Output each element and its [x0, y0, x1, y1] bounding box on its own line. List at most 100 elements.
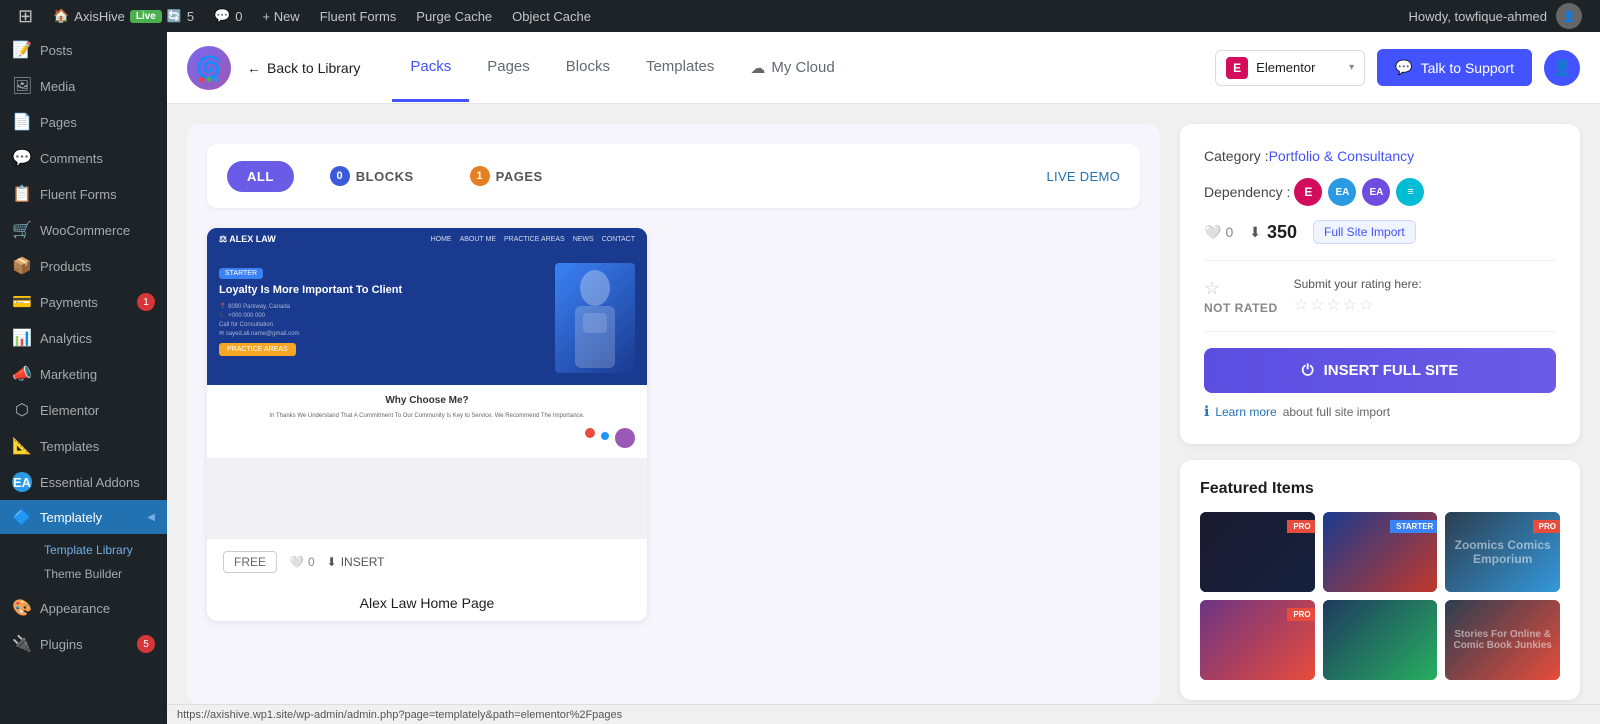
- purge-cache-btn[interactable]: Purge Cache: [406, 0, 502, 32]
- back-to-library-btn[interactable]: ← Back to Library: [247, 60, 360, 76]
- comments-btn[interactable]: 💬 0: [204, 0, 252, 32]
- heart-stat-icon: 🤍: [1204, 224, 1221, 241]
- category-label: Category :: [1204, 148, 1269, 164]
- fake-section2-text: In Thanks We Understand That A Commitmen…: [219, 412, 635, 420]
- tab-blocks[interactable]: Blocks: [548, 34, 628, 102]
- sidebar-item-elementor[interactable]: ⬡ Elementor: [0, 392, 167, 428]
- info-circle-icon: ℹ: [1204, 403, 1209, 420]
- sidebar-item-analytics[interactable]: 📊 Analytics: [0, 320, 167, 356]
- filter-pages-button[interactable]: 1 PAGES: [450, 158, 563, 194]
- sidebar-item-templates[interactable]: 📐 Templates: [0, 428, 167, 464]
- sidebar-item-payments[interactable]: 💳 Payments 1: [0, 284, 167, 320]
- header-right: E Elementor ▾ 💬 Talk to Support 👤: [1215, 49, 1580, 86]
- cloud-icon: ☁: [750, 59, 765, 77]
- category-row: Category : Portfolio & Consultancy: [1204, 148, 1556, 164]
- live-demo-link[interactable]: LIVE DEMO: [1047, 169, 1121, 184]
- filter-all-button[interactable]: ALL: [227, 161, 294, 192]
- status-url: https://axishive.wp1.site/wp-admin/admin…: [177, 709, 622, 721]
- sidebar-item-templately[interactable]: 🔷 Templately ◀: [0, 500, 167, 534]
- rating-submit: Submit your rating here: ☆ ☆ ☆ ☆ ☆: [1294, 277, 1422, 315]
- sidebar-item-comments[interactable]: 💬 Comments: [0, 140, 167, 176]
- featured-badge-1: PRO: [1287, 520, 1314, 533]
- featured-card: Featured Items PRO STARTER: [1180, 460, 1580, 700]
- sidebar-item-appearance[interactable]: 🎨 Appearance: [0, 590, 167, 626]
- talk-to-support-button[interactable]: 💬 Talk to Support: [1377, 49, 1532, 86]
- template-card-footer: FREE 🤍 0 ⬇ INSERT: [207, 538, 647, 585]
- sidebar-arrow: ◀: [147, 512, 155, 523]
- ea-icon: EA: [12, 472, 32, 492]
- sidebar-item-label: WooCommerce: [40, 223, 130, 238]
- insert-full-site-button[interactable]: ⏻ INSERT FULL SITE: [1204, 348, 1556, 393]
- elementor-dep-icon: E: [1294, 178, 1322, 206]
- featured-item-4[interactable]: PRO: [1200, 600, 1315, 680]
- sidebar-item-posts[interactable]: 📝 Posts: [0, 32, 167, 68]
- template-card: ⚖ ALEX LAW HOME ABOUT ME PRACTICE AREAS …: [207, 228, 647, 621]
- admin-bar: ⊞ 🏠 AxisHive Live 🔄 5 💬 0 + New Fluent F…: [0, 0, 1600, 32]
- tab-my-cloud[interactable]: ☁ My Cloud: [732, 35, 852, 101]
- template-preview: ⚖ ALEX LAW HOME ABOUT ME PRACTICE AREAS …: [207, 228, 647, 538]
- featured-item-3[interactable]: PRO Zoomics Comics Emporium: [1445, 512, 1560, 592]
- plugins-icon: 🔌: [12, 634, 32, 654]
- star-1[interactable]: ☆: [1294, 295, 1308, 315]
- fake-nav: ⚖ ALEX LAW HOME ABOUT ME PRACTICE AREAS …: [207, 228, 647, 251]
- stars-row[interactable]: ☆ ☆ ☆ ☆ ☆: [1294, 295, 1422, 315]
- featured-item-5[interactable]: [1323, 600, 1438, 680]
- sidebar-item-fluent-forms[interactable]: 📋 Fluent Forms: [0, 176, 167, 212]
- elementor-selector-icon: E: [1226, 57, 1248, 79]
- analytics-icon: 📊: [12, 328, 32, 348]
- comments-icon: 💬: [12, 148, 32, 168]
- object-cache-btn[interactable]: Object Cache: [502, 0, 601, 32]
- sidebar-item-label: Elementor: [40, 403, 99, 418]
- star-2[interactable]: ☆: [1310, 295, 1324, 315]
- new-btn[interactable]: + New: [252, 0, 309, 32]
- sidebar-item-marketing[interactable]: 📣 Marketing: [0, 356, 167, 392]
- not-rated: ☆ NOT RATED: [1204, 278, 1278, 315]
- info-card: Category : Portfolio & Consultancy Depen…: [1180, 124, 1580, 444]
- like-button[interactable]: 🤍 0: [289, 555, 315, 569]
- sidebar-item-products[interactable]: 📦 Products: [0, 248, 167, 284]
- fake-website-preview: ⚖ ALEX LAW HOME ABOUT ME PRACTICE AREAS …: [207, 228, 647, 538]
- elementor-selector[interactable]: E Elementor ▾: [1215, 50, 1365, 86]
- tab-pages[interactable]: Pages: [469, 34, 548, 102]
- featured-item-6[interactable]: Stories For Online & Comic Book Junkies: [1445, 600, 1560, 680]
- star-3[interactable]: ☆: [1326, 295, 1340, 315]
- sidebar-item-pages[interactable]: 📄 Pages: [0, 104, 167, 140]
- sidebar-item-essential-addons[interactable]: EA Essential Addons: [0, 464, 167, 500]
- user-avatar-button[interactable]: 👤: [1544, 50, 1580, 86]
- sidebar-item-label: Fluent Forms: [40, 187, 117, 202]
- sidebar-sub-theme-builder[interactable]: Theme Builder: [32, 562, 167, 586]
- sidebar-item-label: Analytics: [40, 331, 92, 346]
- tab-packs[interactable]: Packs: [392, 34, 469, 102]
- sidebar-sub-template-library[interactable]: Template Library: [32, 538, 167, 562]
- sidebar-item-label: Media: [40, 79, 75, 94]
- featured-item-2[interactable]: STARTER: [1323, 512, 1438, 592]
- star-5[interactable]: ☆: [1359, 295, 1373, 315]
- sidebar-item-media[interactable]: 🖼 Media: [0, 68, 167, 104]
- insert-button[interactable]: ⬇ INSERT: [327, 555, 385, 569]
- ealist-dep-icon: ≡: [1396, 178, 1424, 206]
- posts-icon: 📝: [12, 40, 32, 60]
- wp-logo[interactable]: ⊞: [8, 0, 43, 32]
- comment-icon: 💬: [214, 8, 230, 24]
- power-icon: ⏻: [1302, 362, 1314, 379]
- filter-bar: ALL 0 BLOCKS 1 PAGES LIVE DEMO: [207, 144, 1140, 208]
- tab-templates[interactable]: Templates: [628, 34, 732, 102]
- learn-more-link[interactable]: Learn more: [1215, 405, 1276, 419]
- featured-item-1[interactable]: PRO: [1200, 512, 1315, 592]
- sidebar-item-plugins[interactable]: 🔌 Plugins 5: [0, 626, 167, 662]
- dependency-row: Dependency : E EA EA ≡: [1204, 178, 1556, 206]
- nav-tabs: Packs Pages Blocks Templates ☁ My Cloud: [392, 34, 852, 102]
- howdy-text[interactable]: Howdy, towfique-ahmed 👤: [1399, 0, 1593, 32]
- fluent-forms-btn[interactable]: Fluent Forms: [310, 0, 407, 32]
- star-4[interactable]: ☆: [1343, 295, 1357, 315]
- featured-title: Featured Items: [1200, 480, 1560, 498]
- featured-badge-4: PRO: [1287, 608, 1314, 621]
- filter-blocks-button[interactable]: 0 BLOCKS: [310, 158, 434, 194]
- sidebar-item-label: Appearance: [40, 601, 110, 616]
- wp-icon: ⊞: [18, 6, 33, 27]
- site-name[interactable]: 🏠 AxisHive Live 🔄 5: [43, 0, 204, 32]
- free-badge: FREE: [223, 551, 277, 573]
- category-value[interactable]: Portfolio & Consultancy: [1269, 148, 1415, 164]
- fake-hero-title: Loyalty Is More Important To Client: [219, 283, 545, 297]
- sidebar-item-woocommerce[interactable]: 🛒 WooCommerce: [0, 212, 167, 248]
